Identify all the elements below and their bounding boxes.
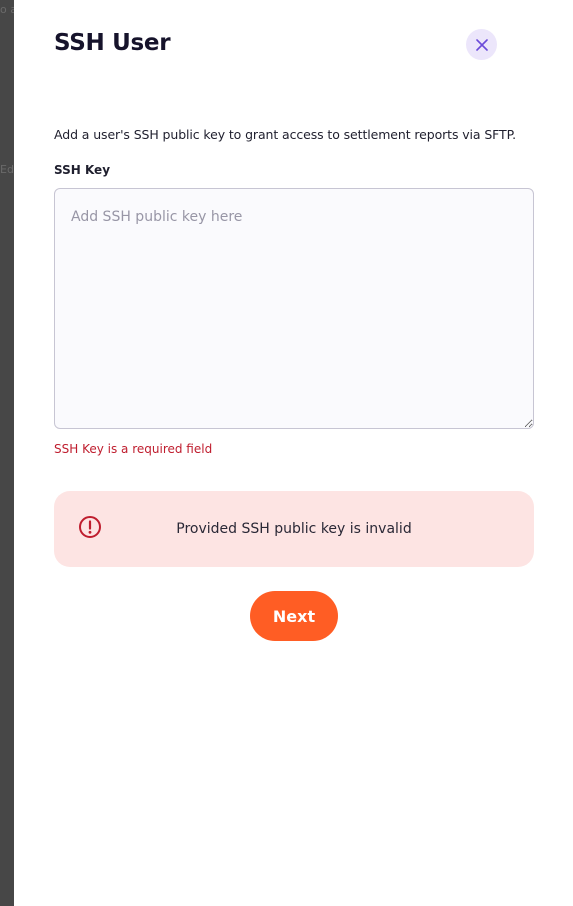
alert-message: Provided SSH public key is invalid [176, 521, 412, 537]
drawer-title: SSH User [54, 30, 171, 56]
page-backdrop: o a Ed [0, 0, 14, 906]
close-icon [475, 38, 488, 51]
ssh-key-textarea[interactable] [54, 188, 534, 429]
backdrop-text: o a [0, 3, 14, 16]
form-description: Add a user's SSH public key to grant acc… [54, 127, 516, 142]
next-button[interactable]: Next [250, 591, 338, 641]
ssh-user-drawer: SSH User Add a user's SSH public key to … [14, 0, 573, 906]
ssh-key-error: SSH Key is a required field [54, 442, 213, 456]
backdrop-text: Ed [0, 163, 14, 176]
ssh-key-label: SSH Key [54, 163, 111, 177]
error-alert: Provided SSH public key is invalid [54, 491, 534, 567]
close-button[interactable] [466, 29, 497, 60]
